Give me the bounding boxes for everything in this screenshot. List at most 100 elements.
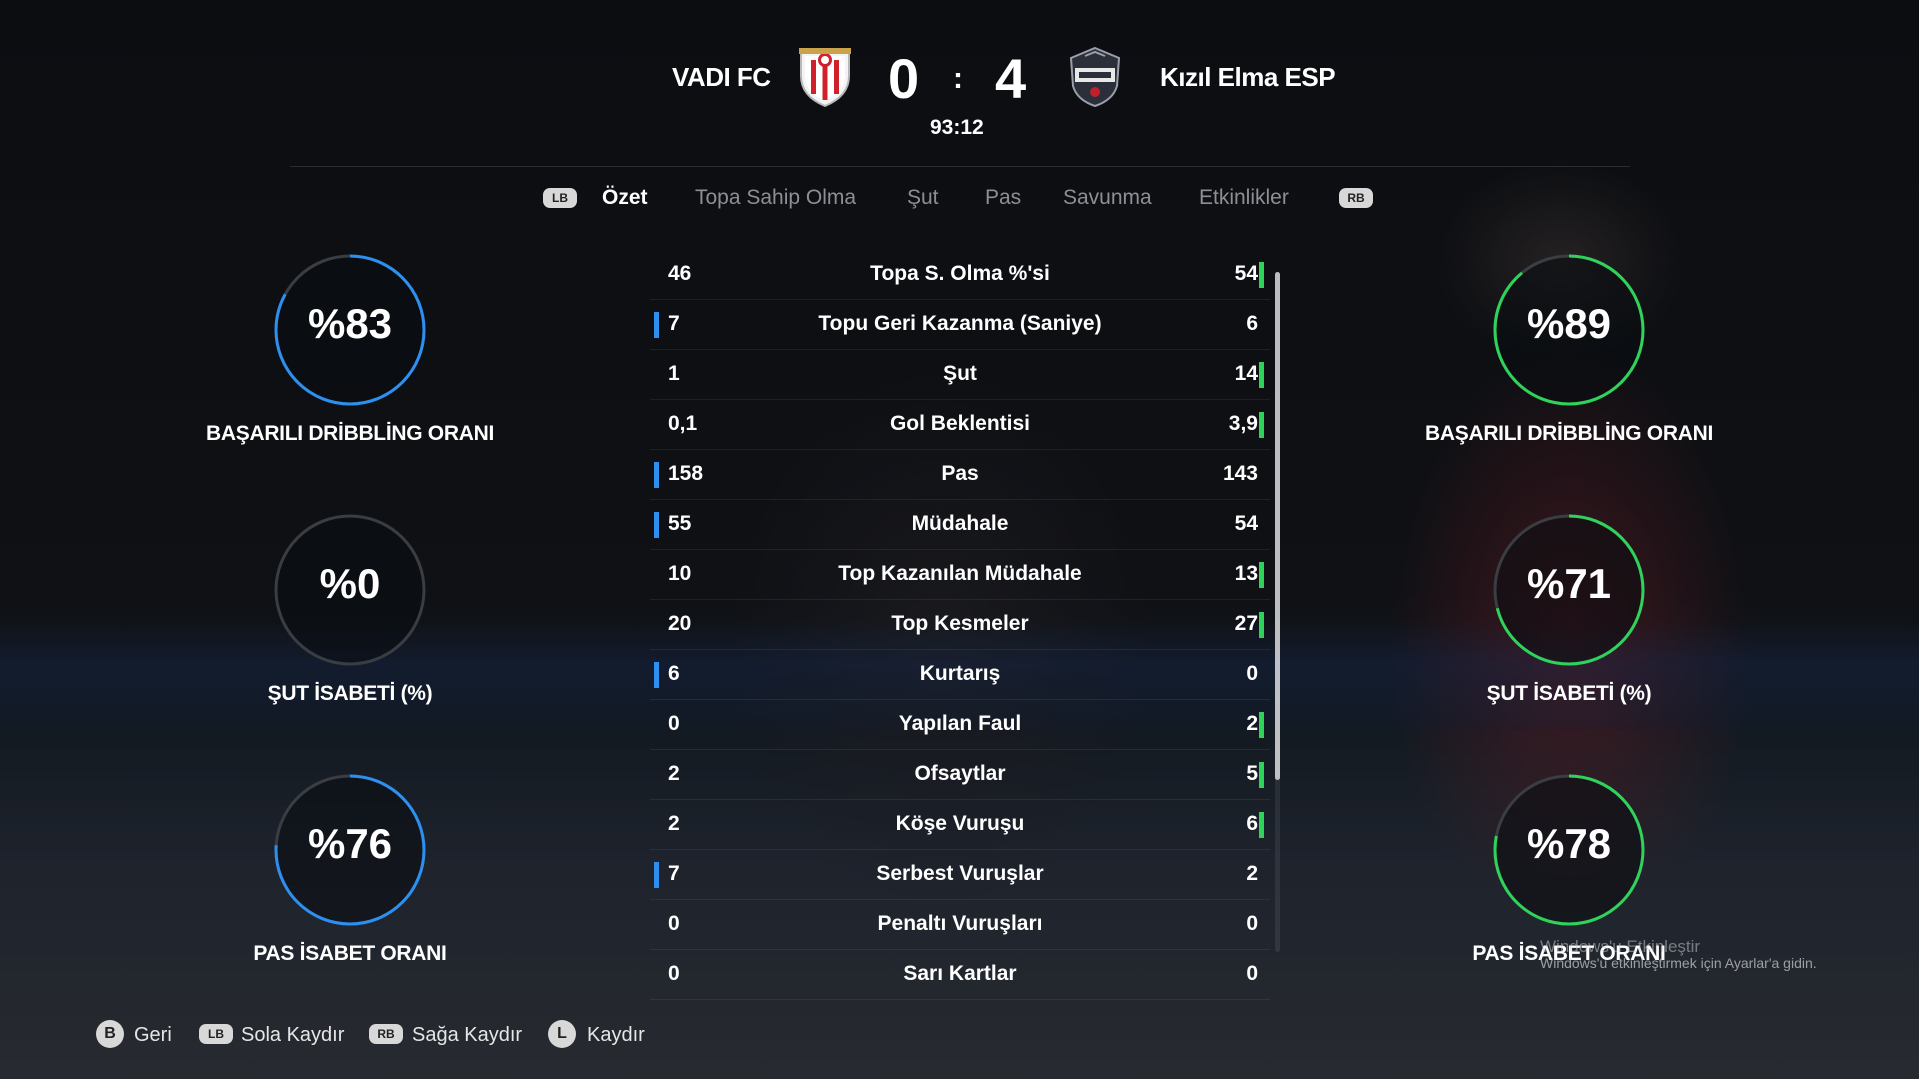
away-leader-bar	[1259, 262, 1264, 288]
stat-away-value: 0	[1246, 962, 1258, 985]
tab-pas[interactable]: Pas	[985, 186, 1021, 210]
home-leader-bar	[654, 862, 659, 888]
controls-footer: B Geri LB Sola Kaydır RB Sağa Kaydır L K…	[0, 1018, 1919, 1058]
stat-away-value: 3,9	[1228, 412, 1258, 435]
stat-label: Topa S. Olma %'si	[870, 262, 1050, 285]
away-leader-bar	[1259, 362, 1264, 388]
home-team-name: VADI FC	[672, 62, 771, 92]
home-leader-bar	[654, 462, 659, 488]
gauge-percentage: %76	[307, 820, 393, 867]
stat-row: 2 Ofsaytlar 5	[650, 750, 1270, 800]
stat-row: 6 Kurtarış 0	[650, 650, 1270, 700]
gauge-percentage: %71	[1526, 560, 1612, 607]
stat-away-value: 54	[1234, 262, 1258, 285]
stat-row: 0 Sarı Kartlar 0	[650, 950, 1270, 1000]
b-button-icon[interactable]: B	[96, 1020, 124, 1048]
away-score: 4	[995, 47, 1027, 110]
gauge-label: ŞUT İSABETİ (%)	[267, 682, 433, 705]
away-leader-bar	[1259, 612, 1264, 638]
stat-home-value: 0,1	[668, 412, 698, 435]
left-stick-icon[interactable]: L	[548, 1020, 576, 1048]
back-label[interactable]: Geri	[134, 1024, 172, 1047]
stat-away-value: 13	[1234, 562, 1258, 585]
tab-ozet[interactable]: Özet	[602, 186, 648, 210]
gauge-percentage: %78	[1526, 820, 1612, 867]
stat-row: 1 Şut 14	[650, 350, 1270, 400]
gauge-label: PAS İSABET ORANI	[253, 942, 447, 965]
gauge-label: BAŞARILI DRİBBLİNG ORANI	[1425, 422, 1713, 445]
stat-label: Ofsaytlar	[914, 762, 1006, 785]
stat-row: 158 Pas 143	[650, 450, 1270, 500]
away-gauge: %89 BAŞARILI DRİBBLİNG ORANI	[1419, 250, 1719, 446]
stat-home-value: 1	[668, 362, 680, 385]
away-leader-bar	[1259, 412, 1264, 438]
home-gauge: %83 BAŞARILI DRİBBLİNG ORANI	[200, 250, 500, 446]
tab-savunma[interactable]: Savunma	[1063, 186, 1152, 210]
match-header: VADI FC 0 : 4 Kızıl Elma ESP 93:12	[0, 38, 1919, 167]
stat-row: 0,1 Gol Beklentisi 3,9	[650, 400, 1270, 450]
stat-row: 46 Topa S. Olma %'si 54	[650, 250, 1270, 300]
windows-activation-watermark: Windows'u etkinleştirmek için Ayarlar'a …	[1540, 955, 1817, 971]
tab-sut[interactable]: Şut	[907, 186, 939, 210]
score-separator: :	[953, 62, 963, 95]
gauge-percentage: %89	[1526, 300, 1612, 347]
stat-label: Yapılan Faul	[898, 712, 1022, 735]
stat-away-value: 2	[1246, 712, 1258, 735]
stat-home-value: 2	[668, 812, 680, 835]
home-score: 0	[888, 47, 920, 110]
gauge-percentage: %83	[307, 300, 393, 347]
stat-away-value: 0	[1246, 912, 1258, 935]
home-gauge: %76 PAS İSABET ORANI	[200, 770, 500, 966]
lb-button-icon[interactable]: LB	[199, 1024, 233, 1044]
stat-home-value: 0	[668, 712, 680, 735]
away-leader-bar	[1259, 562, 1264, 588]
home-leader-bar	[654, 512, 659, 538]
stat-label: Serbest Vuruşlar	[876, 862, 1044, 885]
stat-label: Kurtarış	[919, 662, 1001, 685]
header-divider	[290, 166, 1630, 167]
stat-away-value: 6	[1246, 312, 1258, 335]
stat-away-value: 0	[1246, 662, 1258, 685]
stat-home-value: 7	[668, 862, 680, 885]
stat-away-value: 14	[1234, 362, 1258, 385]
stat-label: Şut	[943, 362, 977, 385]
tab-topa-sahip-olma[interactable]: Topa Sahip Olma	[695, 186, 856, 210]
stats-scrollbar[interactable]	[1275, 272, 1280, 780]
stat-home-value: 7	[668, 312, 680, 335]
stat-home-value: 6	[668, 662, 680, 685]
lb-bumper-icon[interactable]: LB	[543, 188, 577, 208]
stat-away-value: 143	[1222, 462, 1258, 485]
rb-bumper-icon[interactable]: RB	[1339, 188, 1373, 208]
stat-home-value: 10	[668, 562, 692, 585]
scroll-right-label[interactable]: Sağa Kaydır	[412, 1024, 522, 1047]
stat-home-value: 46	[668, 262, 692, 285]
match-clock: 93:12	[930, 116, 984, 139]
home-gauge: %0 ŞUT İSABETİ (%)	[200, 510, 500, 706]
gauge-label: ŞUT İSABETİ (%)	[1486, 682, 1652, 705]
home-leader-bar	[654, 662, 659, 688]
scroll-left-label[interactable]: Sola Kaydır	[241, 1024, 344, 1047]
tab-etkinlikler[interactable]: Etkinlikler	[1199, 186, 1289, 210]
stat-home-value: 2	[668, 762, 680, 785]
stat-home-value: 20	[668, 612, 692, 635]
stat-home-value: 55	[668, 512, 692, 535]
stat-away-value: 54	[1234, 512, 1258, 535]
gauge-label: BAŞARILI DRİBBLİNG ORANI	[206, 422, 494, 445]
stat-label: Topu Geri Kazanma (Saniye)	[818, 312, 1102, 335]
rb-button-icon[interactable]: RB	[369, 1024, 403, 1044]
away-team-crest-icon	[1067, 46, 1123, 108]
scroll-label[interactable]: Kaydır	[587, 1024, 645, 1047]
gauge-percentage: %0	[319, 560, 381, 607]
away-leader-bar	[1259, 812, 1264, 838]
stat-label: Müdahale	[911, 512, 1009, 535]
stat-away-value: 2	[1246, 862, 1258, 885]
stat-away-value: 5	[1246, 762, 1258, 785]
stat-label: Pas	[941, 462, 979, 485]
stat-home-value: 158	[668, 462, 704, 485]
stat-label: Penaltı Vuruşları	[877, 912, 1043, 935]
stat-row: 55 Müdahale 54	[650, 500, 1270, 550]
away-leader-bar	[1259, 762, 1264, 788]
watermark-title: Windows'u Etkinleştir	[1540, 937, 1701, 956]
stats-tab-bar: LB Özet Topa Sahip Olma Şut Pas Savunma …	[0, 182, 1919, 218]
stat-row: 7 Serbest Vuruşlar 2	[650, 850, 1270, 900]
